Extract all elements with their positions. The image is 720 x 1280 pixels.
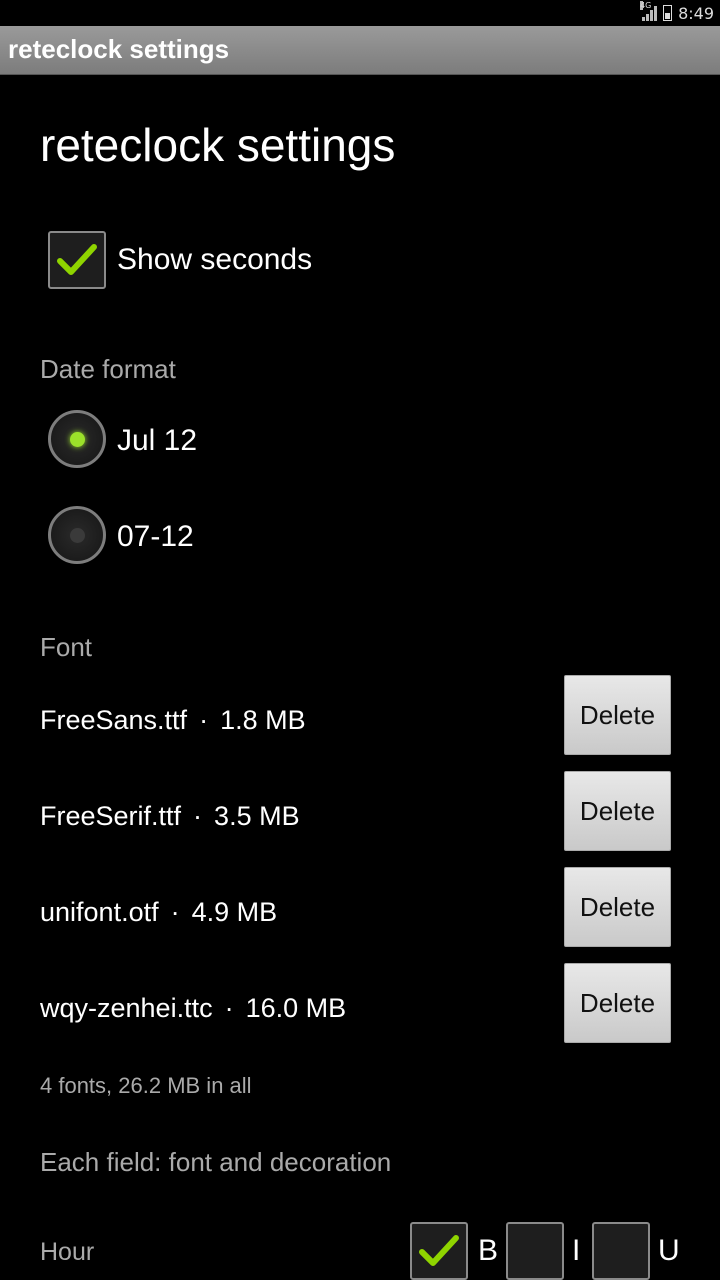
font-size: 1.8 MB	[220, 705, 306, 735]
battery-icon	[663, 5, 673, 21]
font-separator: ·	[193, 801, 203, 831]
font-item: FreeSerif.ttf · 3.5 MB	[40, 801, 300, 832]
app-title: reteclock settings	[8, 34, 230, 64]
delete-button[interactable]: Delete	[564, 963, 671, 1043]
font-name: FreeSans.ttf	[40, 705, 188, 735]
italic-label: I	[572, 1234, 581, 1267]
font-size: 4.9 MB	[191, 897, 278, 927]
date-format-heading: Date format	[40, 354, 176, 384]
status-bar: 4G 8:49	[0, 0, 720, 26]
font-name: FreeSerif.ttf	[40, 801, 182, 831]
font-item: FreeSans.ttf · 1.8 MB	[40, 705, 306, 736]
action-bar: reteclock settings	[0, 26, 720, 75]
radio-label-jul12[interactable]: Jul 12	[117, 424, 197, 458]
font-item: unifont.otf · 4.9 MB	[40, 897, 277, 928]
radio-date-jul12[interactable]	[48, 410, 106, 468]
delete-button[interactable]: Delete	[564, 675, 671, 755]
network-type: 4G	[640, 1, 652, 10]
font-item: wqy-zenhei.ttc · 16.0 MB	[40, 993, 346, 1024]
radio-unselected-dot	[70, 528, 85, 543]
font-name: wqy-zenhei.ttc	[40, 993, 213, 1023]
font-size: 3.5 MB	[214, 801, 300, 831]
hour-italic-checkbox[interactable]	[506, 1222, 564, 1280]
checkmark-icon	[419, 1235, 459, 1266]
signal-icon: 4G	[640, 1, 658, 21]
hour-underline-checkbox[interactable]	[592, 1222, 650, 1280]
font-separator: ·	[170, 897, 180, 927]
underline-label: U	[658, 1234, 680, 1267]
show-seconds-checkbox[interactable]	[48, 231, 106, 289]
font-heading: Font	[40, 632, 93, 662]
font-name: unifont.otf	[40, 897, 159, 927]
font-separator: ·	[224, 993, 234, 1023]
status-time: 8:49	[678, 3, 714, 23]
hour-bold-checkbox[interactable]	[410, 1222, 468, 1280]
show-seconds-label[interactable]: Show seconds	[117, 243, 312, 277]
status-icons: 4G 8:49	[640, 1, 714, 24]
radio-date-0712[interactable]	[48, 506, 106, 564]
radio-selected-dot	[70, 432, 85, 447]
font-summary: 4 fonts, 26.2 MB in all	[40, 1073, 252, 1098]
radio-label-0712[interactable]: 07-12	[117, 520, 194, 554]
fields-heading: Each field: font and decoration	[40, 1147, 392, 1177]
font-separator: ·	[199, 705, 209, 735]
page-title: reteclock settings	[40, 119, 396, 171]
delete-button[interactable]: Delete	[564, 867, 671, 947]
delete-button[interactable]: Delete	[564, 771, 671, 851]
bold-label: B	[478, 1234, 499, 1267]
field-label-hour: Hour	[40, 1238, 95, 1266]
font-size: 16.0 MB	[245, 993, 347, 1023]
checkmark-icon	[57, 244, 97, 275]
